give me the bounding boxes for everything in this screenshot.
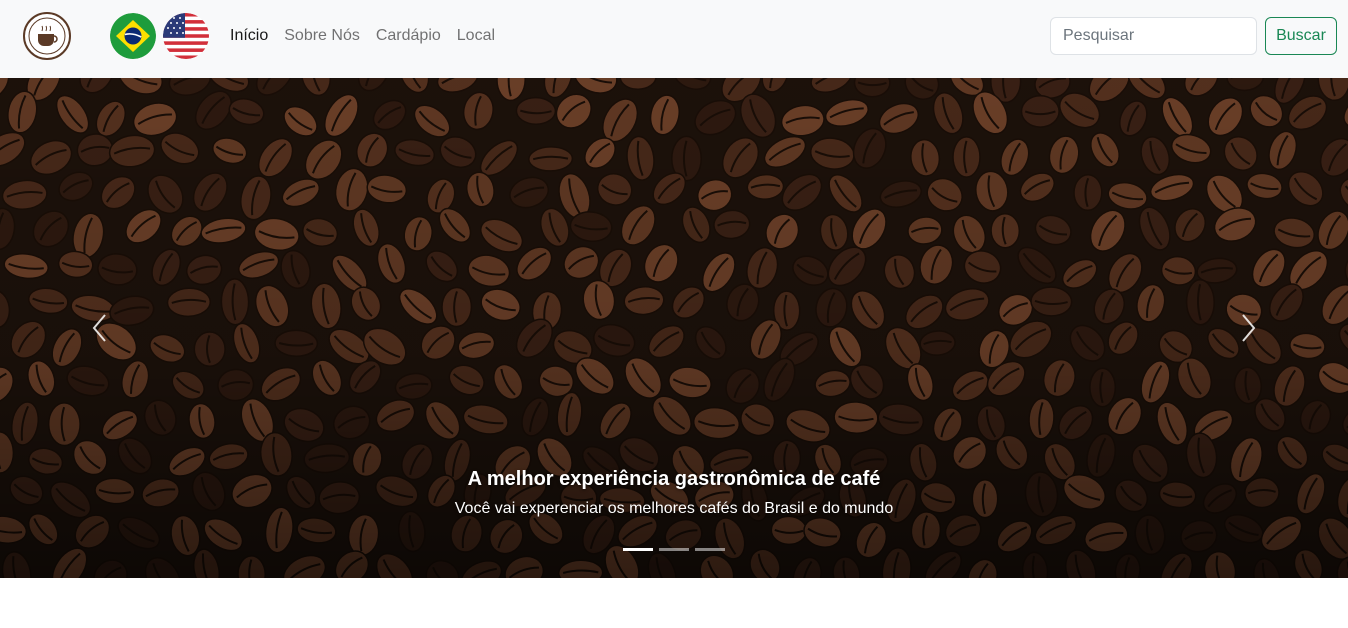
search-form: Buscar	[1050, 17, 1337, 55]
carousel-indicator-1[interactable]	[623, 548, 653, 551]
coffee-logo-icon[interactable]	[23, 12, 71, 60]
caption-title: A melhor experiência gastronômica de caf…	[467, 468, 881, 490]
navbar: Início Sobre Nós Cardápio Local Buscar	[0, 0, 1348, 78]
carousel-next-button[interactable]	[1148, 78, 1348, 578]
nav-link-sobre-nos[interactable]: Sobre Nós	[276, 19, 368, 53]
caption-text: Você vai experenciar os melhores cafés d…	[454, 500, 894, 517]
hero-carousel: A melhor experiência gastronômica de caf…	[0, 78, 1348, 578]
brazil-flag-icon[interactable]	[110, 13, 156, 59]
carousel-prev-button[interactable]	[0, 78, 200, 578]
search-button[interactable]: Buscar	[1265, 17, 1337, 55]
carousel-indicators	[0, 548, 1348, 551]
usa-flag-icon[interactable]	[163, 13, 209, 59]
nav-links: Início Sobre Nós Cardápio Local	[222, 0, 503, 72]
search-input[interactable]	[1050, 17, 1257, 55]
carousel-caption: A melhor experiência gastronômica de caf…	[200, 466, 1148, 520]
carousel-indicator-2[interactable]	[659, 548, 689, 551]
nav-link-local[interactable]: Local	[449, 19, 503, 53]
carousel-indicator-3[interactable]	[695, 548, 725, 551]
chevron-right-icon	[1242, 314, 1256, 342]
nav-link-cardapio[interactable]: Cardápio	[368, 19, 449, 53]
chevron-left-icon	[92, 314, 106, 342]
nav-link-inicio[interactable]: Início	[222, 19, 276, 53]
